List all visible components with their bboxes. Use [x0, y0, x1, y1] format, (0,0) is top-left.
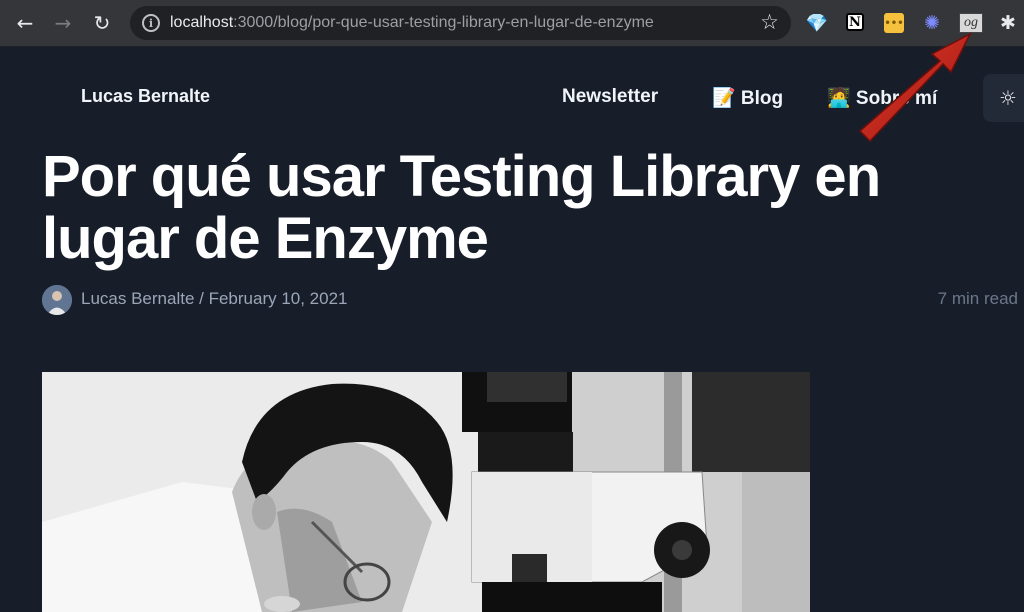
sun-icon: ☼: [999, 86, 1017, 110]
nav-blog[interactable]: 📝 Blog: [712, 86, 783, 110]
author-avatar: [42, 285, 72, 315]
url-text[interactable]: localhost:3000/blog/por-que-usar-testing…: [170, 14, 654, 32]
annotation-arrow-icon: [858, 32, 972, 143]
article-byline: Lucas Bernalte / February 10, 2021: [81, 289, 348, 308]
puzzle-icon[interactable]: ✱: [998, 12, 1018, 34]
article-title: Por qué usar Testing Library en lugar de…: [42, 144, 881, 271]
reload-icon[interactable]: ↻: [87, 8, 117, 38]
site-name[interactable]: Lucas Bernalte: [81, 86, 210, 107]
back-icon[interactable]: ←: [10, 8, 40, 38]
bookmark-star-icon[interactable]: ☆: [760, 10, 779, 34]
nav-newsletter[interactable]: Newsletter: [562, 86, 658, 108]
hero-image: [42, 372, 810, 612]
site-info-icon[interactable]: i: [142, 14, 160, 32]
forward-icon[interactable]: →: [48, 8, 78, 38]
theme-toggle-button[interactable]: ☼: [983, 74, 1024, 122]
gem-icon[interactable]: 💎: [806, 13, 828, 34]
read-time: 7 min read: [937, 289, 1018, 308]
address-bar[interactable]: i localhost:3000/blog/por-que-usar-testi…: [130, 6, 791, 40]
